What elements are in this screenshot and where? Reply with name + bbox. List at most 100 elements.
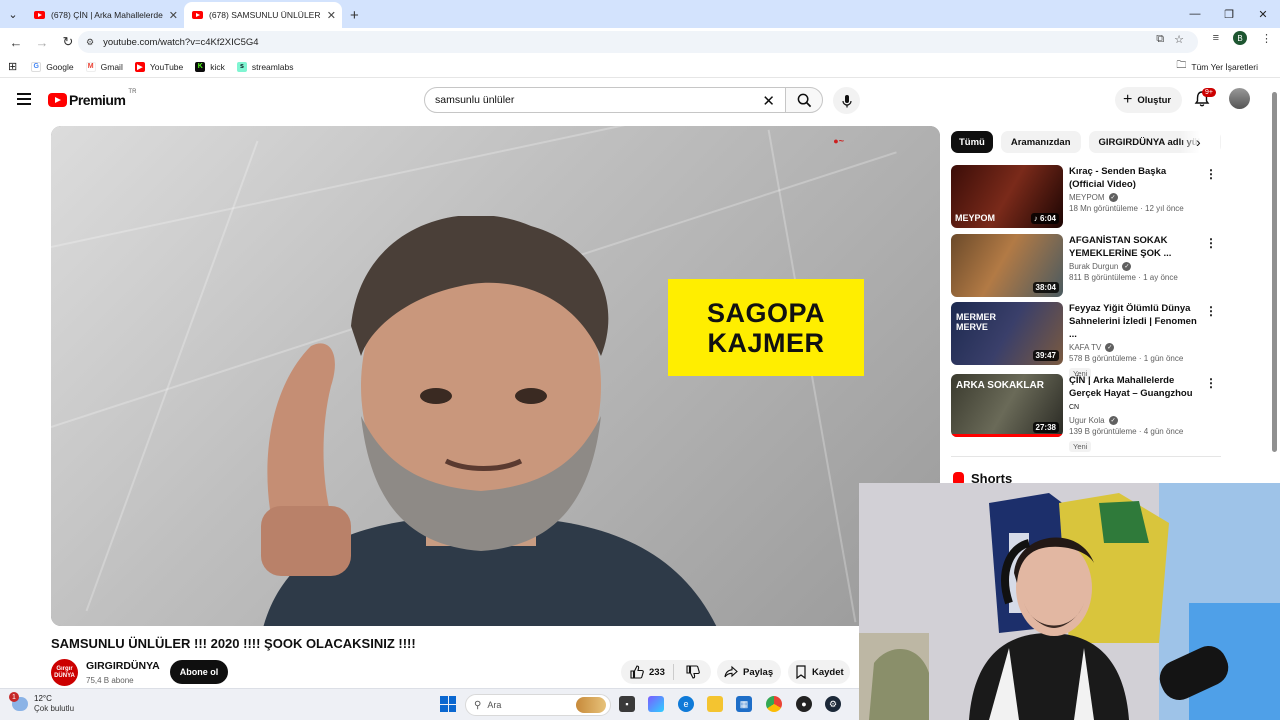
browser-toolbar: ← → ↻ ⚙ youtube.com/watch?v=c4Kf2XIC5G4 …: [0, 28, 1280, 56]
taskbar-search[interactable]: ⚲ Ara: [465, 694, 611, 716]
browser-tab-bar: ⌄ (678) ÇİN | Arka Mahallelerde G ✕ (678…: [0, 0, 1280, 28]
youtube-header: Premium TR samsunlu ünlüler ✕ + Oluştur …: [0, 78, 1280, 120]
share-icon: [724, 665, 738, 678]
edge-icon[interactable]: e: [678, 696, 694, 712]
more-options-icon[interactable]: ⋮: [1205, 167, 1217, 181]
channel-name: KAFA TV ✓: [1069, 343, 1115, 352]
search-input[interactable]: samsunlu ünlüler ✕: [424, 87, 786, 113]
more-options-icon[interactable]: ⋮: [1205, 304, 1217, 318]
chip-all[interactable]: Tümü: [951, 131, 993, 153]
temperature: 12°C: [34, 694, 52, 703]
youtube-icon: ▶: [134, 61, 145, 72]
channel-avatar[interactable]: Gırgır DÜNYA: [51, 659, 78, 686]
copilot-icon[interactable]: [648, 696, 664, 712]
search-button[interactable]: [785, 87, 823, 113]
bookmark-youtube[interactable]: ▶ YouTube: [134, 61, 183, 72]
video-title[interactable]: Feyyaz Yiğit Ölümlü Dünya Sahnelerini İz…: [1069, 302, 1204, 341]
search-icon: [797, 93, 811, 107]
recommended-video[interactable]: ARKA SOKAKLAR 27:38 ÇİN | Arka Mahallele…: [951, 374, 1221, 452]
share-button[interactable]: Paylaş: [717, 660, 781, 684]
video-thumbnail[interactable]: ARKA SOKAKLAR 27:38: [951, 374, 1063, 437]
video-title[interactable]: Kıraç - Senden Başka (Official Video): [1069, 165, 1204, 191]
voice-search-button[interactable]: [833, 87, 860, 114]
channel-name[interactable]: GIRGIRDÜNYA: [86, 660, 160, 672]
view-info: 18 Mn görüntüleme · 12 yıl önce: [1069, 204, 1184, 213]
forward-icon[interactable]: →: [30, 30, 54, 54]
subscriber-count: 75,4 B abone: [86, 676, 134, 685]
restore-icon[interactable]: ❐: [1212, 0, 1246, 28]
profile-avatar[interactable]: B: [1233, 31, 1247, 45]
account-avatar[interactable]: [1229, 88, 1250, 109]
all-bookmarks[interactable]: 🗀 Tüm Yer İşaretleri: [1176, 58, 1258, 75]
youtube-premium-logo[interactable]: Premium TR: [48, 89, 136, 108]
install-app-icon[interactable]: ⧉: [1156, 33, 1164, 46]
clear-search-icon[interactable]: ✕: [762, 92, 775, 110]
video-thumbnail[interactable]: 38:04: [951, 234, 1063, 297]
new-badge: Yeni: [1069, 441, 1092, 452]
verified-icon: ✓: [1105, 343, 1115, 352]
video-thumbnail[interactable]: MERMER MERVE 39:47: [951, 302, 1063, 365]
browser-tab-1[interactable]: (678) ÇİN | Arka Mahallelerde G ✕: [26, 2, 184, 28]
task-view-icon[interactable]: ▪: [619, 696, 635, 712]
subscribe-button[interactable]: Abone ol: [170, 660, 228, 684]
video-title[interactable]: AFGANİSTAN SOKAK YEMEKLERİNE ŞOK ...: [1069, 234, 1204, 260]
chrome-icon[interactable]: [766, 696, 782, 712]
apps-grid-icon[interactable]: ⊞: [8, 60, 17, 73]
bookmark-gmail[interactable]: M Gmail: [85, 61, 123, 72]
media-controls-icon[interactable]: ≡: [1213, 32, 1219, 44]
bookmark-kick[interactable]: K kick: [195, 61, 225, 72]
close-tab-icon[interactable]: ✕: [327, 9, 336, 22]
verified-icon: ✓: [1122, 262, 1132, 271]
duration-badge: 38:04: [1032, 282, 1059, 293]
video-player[interactable]: SAGOPA KAJMER ●~: [51, 126, 940, 626]
file-explorer-icon[interactable]: [707, 696, 723, 712]
browser-menu-icon[interactable]: ⋮: [1261, 32, 1272, 45]
weather-widget[interactable]: 1 12°C Çok bulutlu: [9, 692, 74, 714]
new-tab-icon[interactable]: +: [350, 2, 359, 28]
search-query: samsunlu ünlüler: [435, 94, 515, 106]
windows-start-icon[interactable]: [440, 696, 456, 712]
store-icon[interactable]: ▦: [736, 696, 752, 712]
create-button[interactable]: + Oluştur: [1115, 87, 1182, 113]
recommended-video[interactable]: MERMER MERVE 39:47 Feyyaz Yiğit Ölümlü D…: [951, 302, 1221, 379]
tab-search-button[interactable]: ⌄: [0, 0, 26, 28]
recommended-video[interactable]: MEYPOM ♪ 6:04 Kıraç - Senden Başka (Offi…: [951, 165, 1221, 231]
save-button[interactable]: Kaydet: [788, 660, 850, 684]
microphone-icon: [841, 94, 852, 107]
obs-icon[interactable]: ●: [796, 696, 812, 712]
browser-tab-2[interactable]: (678) SAMSUNLU ÜNLÜLER !!! 2 ✕: [184, 2, 342, 28]
more-options-icon[interactable]: ⋮: [1205, 236, 1217, 250]
verified-icon: ✓: [1108, 193, 1118, 202]
chevron-right-icon[interactable]: ›: [1196, 134, 1201, 150]
video-thumbnail[interactable]: MEYPOM ♪ 6:04: [951, 165, 1063, 228]
minimize-icon[interactable]: —: [1178, 0, 1212, 28]
cloud-icon: 1: [9, 692, 28, 711]
like-count[interactable]: 233: [649, 667, 665, 678]
site-info-icon[interactable]: ⚙: [86, 37, 94, 48]
bookmark-star-icon[interactable]: ☆: [1174, 33, 1184, 46]
thumbnail-person-image: [261, 216, 717, 626]
notification-badge: 9+: [1202, 88, 1216, 97]
dislike-icon[interactable]: [686, 665, 700, 679]
verified-icon: ✓: [1108, 416, 1118, 425]
streamlabs-icon: s: [236, 61, 247, 72]
reload-icon[interactable]: ↻: [56, 30, 80, 54]
close-window-icon[interactable]: ✕: [1246, 0, 1280, 28]
back-icon[interactable]: ←: [4, 30, 28, 54]
youtube-favicon-icon: [192, 11, 203, 19]
like-icon[interactable]: [630, 665, 644, 679]
duration-badge: 39:47: [1032, 350, 1059, 361]
address-bar[interactable]: ⚙ youtube.com/watch?v=c4Kf2XIC5G4 ⧉ ☆: [78, 31, 1198, 53]
chip-from-search[interactable]: Aramanızdan: [1000, 131, 1081, 153]
tab-title: (678) SAMSUNLU ÜNLÜLER !!! 2: [209, 10, 323, 20]
more-options-icon[interactable]: ⋮: [1205, 376, 1217, 390]
menu-icon[interactable]: [17, 93, 31, 105]
scrollbar-thumb[interactable]: [1272, 92, 1277, 452]
recommended-video[interactable]: 38:04 AFGANİSTAN SOKAK YEMEKLERİNE ŞOK .…: [951, 234, 1221, 300]
close-tab-icon[interactable]: ✕: [169, 9, 178, 22]
bookmark-google[interactable]: G Google: [31, 61, 74, 72]
bookmark-streamlabs[interactable]: s streamlabs: [236, 61, 293, 72]
channel-watermark-icon: ●~: [833, 136, 844, 146]
steam-icon[interactable]: ⚙: [825, 696, 841, 712]
like-dislike-group: 233: [621, 660, 711, 684]
